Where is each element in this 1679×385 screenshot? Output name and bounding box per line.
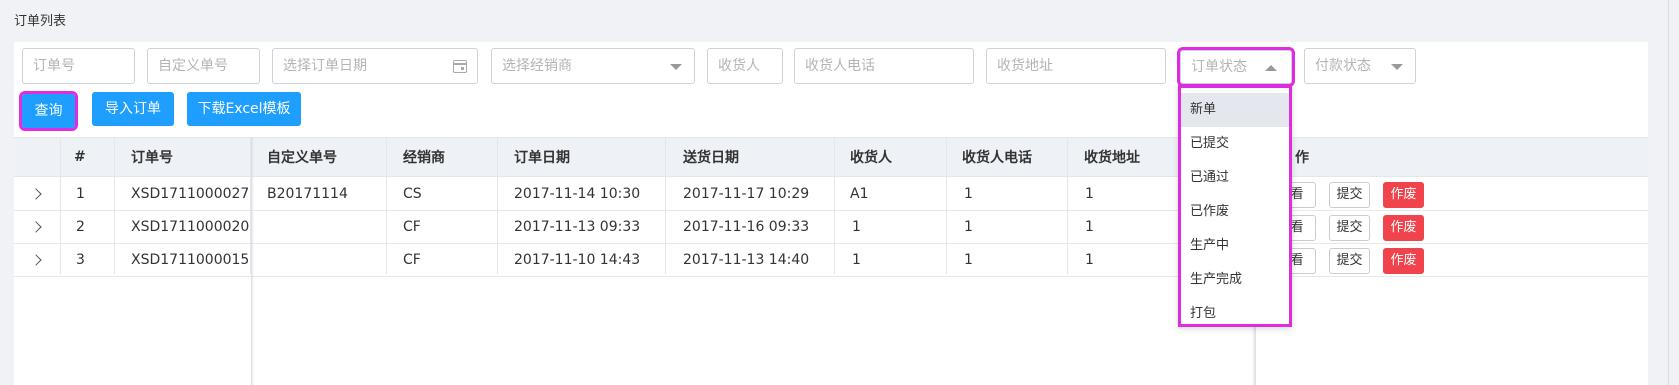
receiver-phone-input[interactable]: 收货人电话: [794, 48, 974, 84]
col-order-date-header: 订单日期: [514, 150, 570, 166]
table-row[interactable]: 2 XSD1711000020 CF 2017-11-13 09:33 2017…: [14, 211, 1648, 244]
row-delivery-date: 2017-11-17 10:29: [683, 186, 810, 202]
receiver-address-input[interactable]: 收货地址: [986, 48, 1166, 84]
column-divider: [386, 137, 387, 274]
dealer-select[interactable]: 选择经销商: [491, 48, 695, 84]
chevron-right-icon: [30, 221, 42, 233]
scrollbar-track[interactable]: [1668, 0, 1669, 385]
expand-row-toggle[interactable]: [14, 178, 42, 210]
calendar-icon: [453, 60, 467, 73]
row-receiver-address: 1: [1085, 219, 1094, 235]
status-option-in-production[interactable]: 生产中: [1181, 229, 1289, 263]
row-delivery-date: 2017-11-13 14:40: [683, 252, 810, 268]
column-divider: [114, 137, 115, 274]
status-option-voided[interactable]: 已作废: [1181, 195, 1289, 229]
download-template-button[interactable]: 下载Excel模板: [187, 92, 301, 126]
row-order-date: 2017-11-13 09:33: [514, 219, 641, 235]
column-divider: [1067, 137, 1068, 274]
row-receiver-phone: 1: [964, 252, 973, 268]
payment-status-select[interactable]: 付款状态: [1304, 48, 1416, 84]
row-receiver-address: 1: [1085, 252, 1094, 268]
chevron-right-icon: [30, 254, 42, 266]
row-receiver-address: 1: [1085, 186, 1094, 202]
row-receiver-phone: 1: [964, 186, 973, 202]
order-status-select[interactable]: 订单状态: [1177, 47, 1295, 87]
status-option-new[interactable]: 新单: [1181, 93, 1289, 127]
row-dealer: CS: [403, 186, 422, 202]
column-divider: [497, 137, 498, 274]
order-date-picker[interactable]: 选择订单日期: [272, 48, 478, 84]
row-order-date: 2017-11-14 10:30: [514, 186, 641, 202]
column-divider: [665, 137, 666, 274]
row-dealer: CF: [403, 252, 421, 268]
chevron-up-icon: [1265, 65, 1277, 71]
row-index: 3: [76, 252, 85, 268]
import-orders-button[interactable]: 导入订单: [92, 92, 174, 126]
frozen-column-shadow: [251, 137, 254, 385]
col-order-no-header: 订单号: [131, 150, 173, 166]
order-no-placeholder: 订单号: [33, 58, 75, 74]
payment-status-placeholder: 付款状态: [1315, 58, 1371, 74]
row-delivery-date: 2017-11-16 09:33: [683, 219, 810, 235]
col-custom-no-header: 自定义单号: [267, 150, 337, 166]
page-title: 订单列表: [14, 14, 67, 29]
order-no-input[interactable]: 订单号: [22, 48, 135, 84]
order-list-panel: 订单号 自定义单号 选择订单日期 选择经销商 收货人 收货人电话 收货地址 订单…: [14, 42, 1648, 385]
expand-row-toggle[interactable]: [14, 211, 42, 243]
dealer-placeholder: 选择经销商: [502, 58, 572, 74]
order-status-dropdown: 新单 已提交 已通过 已作废 生产中 生产完成 打包: [1178, 85, 1292, 327]
row-custom-no: B20171114: [267, 186, 348, 202]
receiver-input[interactable]: 收货人: [707, 48, 783, 84]
status-option-production-done[interactable]: 生产完成: [1181, 263, 1289, 297]
row-receiver: 1: [852, 252, 861, 268]
chevron-down-icon: [1391, 64, 1403, 70]
row-order-date: 2017-11-10 14:43: [514, 252, 641, 268]
row-receiver: 1: [852, 219, 861, 235]
void-button[interactable]: 作废: [1383, 182, 1424, 208]
col-delivery-date-header: 送货日期: [683, 150, 739, 166]
submit-button[interactable]: 提交: [1329, 248, 1370, 274]
order-status-placeholder: 订单状态: [1191, 59, 1247, 75]
col-receiver-phone-header: 收货人电话: [962, 150, 1032, 166]
col-index-header: #: [74, 149, 86, 165]
status-option-submitted[interactable]: 已提交: [1181, 127, 1289, 161]
row-receiver: A1: [850, 186, 869, 202]
expand-row-toggle[interactable]: [14, 244, 42, 276]
column-divider: [834, 137, 835, 274]
status-option-approved[interactable]: 已通过: [1181, 161, 1289, 195]
row-order-no: XSD1711000020: [131, 219, 250, 235]
order-date-placeholder: 选择订单日期: [283, 58, 367, 74]
table-row[interactable]: 3 XSD1711000015 CF 2017-11-10 14:43 2017…: [14, 244, 1648, 277]
chevron-down-icon: [670, 64, 682, 70]
void-button[interactable]: 作废: [1383, 215, 1424, 241]
row-order-no: XSD1711000027: [131, 186, 250, 202]
column-divider: [60, 137, 61, 274]
status-option-packing[interactable]: 打包: [1181, 297, 1289, 331]
row-index: 2: [76, 219, 85, 235]
row-receiver-phone: 1: [964, 219, 973, 235]
table-header: # 订单号 自定义单号 经销商 订单日期 送货日期 收货人 收货人电话 收货地址…: [14, 137, 1648, 177]
receiver-placeholder: 收货人: [718, 58, 760, 74]
row-dealer: CF: [403, 219, 421, 235]
table-row[interactable]: 1 XSD1711000027 B20171114 CS 2017-11-14 …: [14, 178, 1648, 211]
col-receiver-header: 收货人: [850, 150, 892, 166]
column-divider: [946, 137, 947, 274]
void-button[interactable]: 作废: [1383, 248, 1424, 274]
row-order-no: XSD1711000015: [131, 252, 250, 268]
query-button[interactable]: 查询: [19, 91, 78, 131]
receiver-phone-placeholder: 收货人电话: [805, 58, 875, 74]
receiver-address-placeholder: 收货地址: [997, 58, 1053, 74]
submit-button[interactable]: 提交: [1329, 182, 1370, 208]
col-actions-header: 作: [1295, 150, 1309, 166]
custom-order-no-input[interactable]: 自定义单号: [147, 48, 260, 84]
col-dealer-header: 经销商: [403, 150, 445, 166]
row-index: 1: [76, 186, 85, 202]
submit-button[interactable]: 提交: [1329, 215, 1370, 241]
col-receiver-address-header: 收货地址: [1084, 150, 1140, 166]
custom-order-no-placeholder: 自定义单号: [158, 58, 228, 74]
chevron-right-icon: [30, 188, 42, 200]
